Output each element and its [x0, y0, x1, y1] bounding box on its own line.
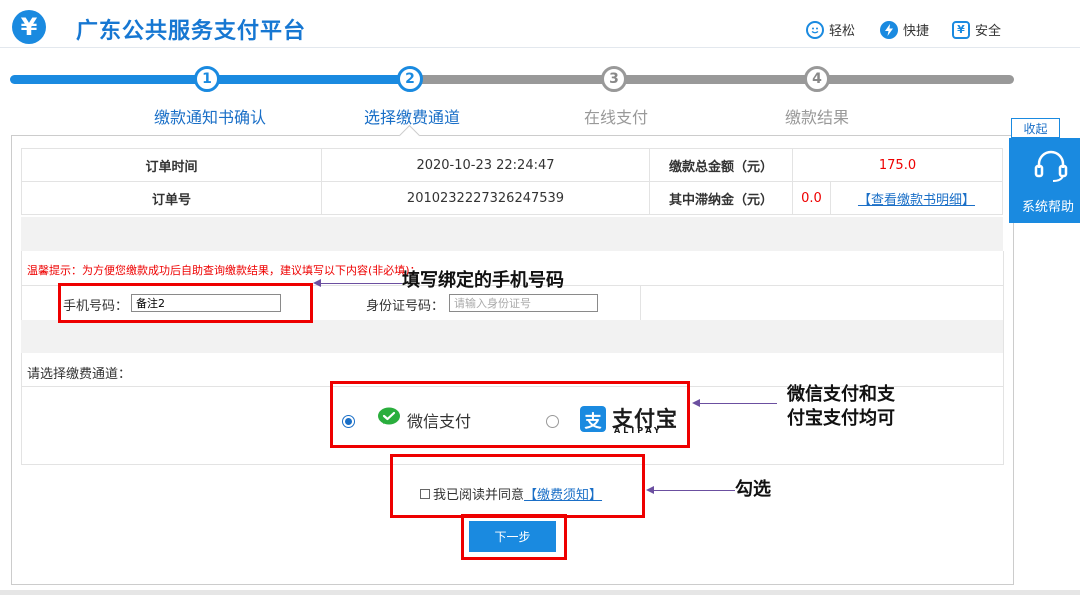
table-row: 订单时间 2020-10-23 22:24:47 缴款总金额（元） 175.0 — [21, 148, 1003, 182]
order-time-label: 订单时间 — [21, 148, 322, 182]
hint-text: 温馨提示：为方便您缴款成功后自助查询缴款结果，建议填写以下内容(非必填)： — [27, 264, 421, 277]
system-help-label: 系统帮助 — [1022, 200, 1075, 215]
agreement-highlight-box — [390, 454, 645, 518]
channel-highlight-box — [330, 381, 690, 448]
site-logo: ¥ — [12, 10, 46, 44]
yen-shield-icon: ¥ — [952, 20, 970, 39]
checkbox-annotation: 勾选 — [735, 479, 771, 500]
idcard-input[interactable] — [449, 294, 598, 312]
step-1-label: 缴款通知书确认 — [153, 108, 266, 127]
view-details-link[interactable]: 【查看缴款书明细】 — [858, 193, 975, 208]
table-spacer-band — [21, 217, 1003, 251]
detail-cell: 【查看缴款书明细】 — [830, 181, 1003, 215]
form-right-border — [1003, 251, 1004, 465]
step-3-label: 在线支付 — [583, 108, 648, 127]
channel-annotation-line2: 付宝支付均可 — [787, 408, 895, 429]
step-2-label: 选择缴费通道 — [363, 108, 460, 127]
next-button-highlight-box — [461, 514, 567, 560]
step-4-label: 缴款结果 — [784, 108, 849, 127]
form-spacer-band — [21, 320, 1003, 353]
form-left-border — [21, 251, 22, 465]
step-4-dot: 4 — [804, 66, 830, 92]
channel-label: 请选择缴费通道： — [27, 367, 132, 382]
headset-icon — [1034, 150, 1068, 182]
arrow-line — [699, 403, 777, 404]
phone-highlight-box — [58, 283, 313, 323]
feature-fast: 快捷 — [880, 20, 929, 39]
late-fee-value: 0.0 — [792, 181, 831, 215]
feature-easy: 轻松 — [806, 20, 855, 39]
total-amount-label: 缴款总金额（元） — [649, 148, 793, 182]
order-info-table: 订单时间 2020-10-23 22:24:47 缴款总金额（元） 175.0 … — [21, 148, 1003, 215]
feature-label: 安全 — [975, 24, 1002, 39]
form-col-divider — [640, 285, 641, 320]
channel-annotation-line1: 微信支付和支 — [787, 384, 895, 405]
feature-safe: ¥ 安全 — [952, 20, 1001, 39]
idcard-label: 身份证号码： — [366, 299, 445, 314]
collapse-help-button[interactable]: 收起 — [1011, 118, 1060, 138]
lightning-icon — [880, 20, 898, 39]
site-title: 广东公共服务支付平台 — [76, 19, 307, 44]
feature-label: 快捷 — [903, 24, 930, 39]
step-2-dot: 2 — [397, 66, 423, 92]
late-fee-label: 其中滞纳金（元） — [649, 181, 793, 215]
order-id-value: 2010232227326247539 — [321, 181, 650, 215]
total-amount-value: 175.0 — [792, 148, 1003, 182]
page-bottom-border — [0, 590, 1080, 595]
arrow-line — [653, 490, 735, 491]
feature-label: 轻松 — [829, 24, 856, 39]
smile-icon — [806, 20, 824, 39]
order-time-value: 2020-10-23 22:24:47 — [321, 148, 650, 182]
progress-track-todo — [410, 75, 1014, 84]
arrow-line — [320, 283, 402, 284]
step-1-dot: 1 — [194, 66, 220, 92]
order-id-label: 订单号 — [21, 181, 322, 215]
phone-annotation: 填写绑定的手机号码 — [402, 270, 564, 291]
step-3-dot: 3 — [601, 66, 627, 92]
header-divider — [0, 47, 1080, 48]
table-row: 订单号 2010232227326247539 其中滞纳金（元） 0.0 【查看… — [21, 181, 1003, 215]
